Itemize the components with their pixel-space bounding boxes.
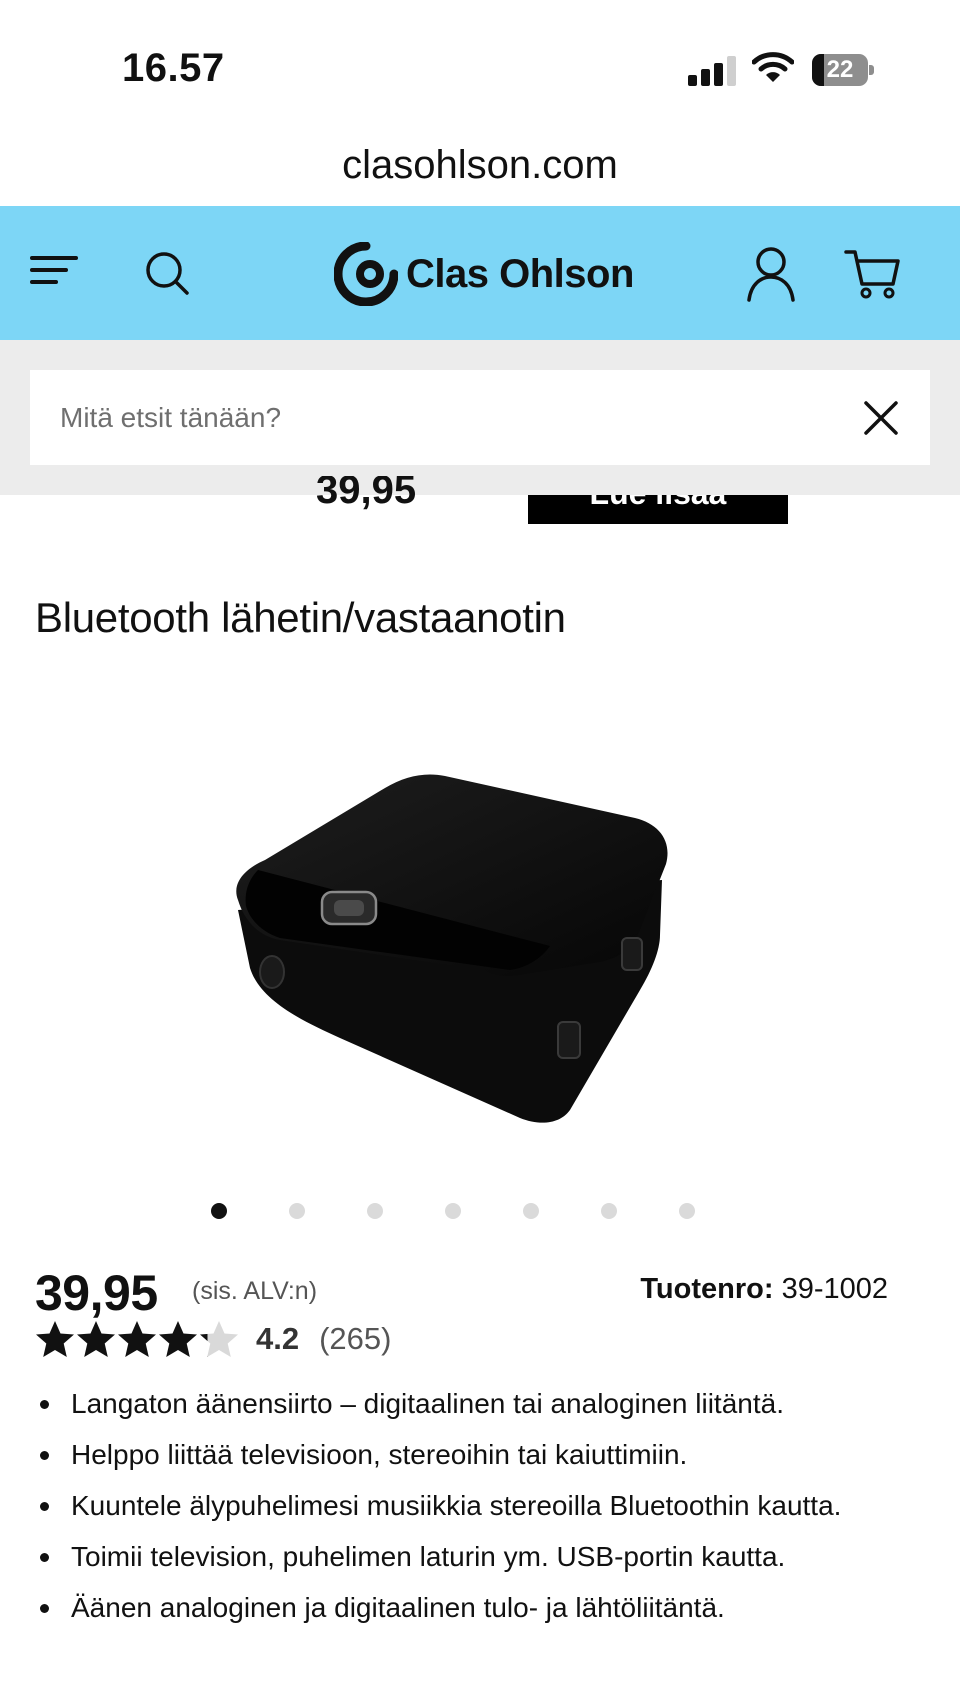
carousel-dot[interactable] <box>445 1203 461 1219</box>
rating-count[interactable]: (265) <box>319 1321 391 1357</box>
image-carousel-dots <box>0 1200 960 1224</box>
star-icon <box>77 1321 115 1357</box>
feature-item: Äänen analoginen ja digitaalinen tulo- j… <box>34 1589 914 1626</box>
wifi-icon <box>752 52 794 82</box>
carousel-dot[interactable] <box>523 1203 539 1219</box>
site-header: Clas Ohlson <box>0 206 960 340</box>
star-icon <box>36 1321 74 1357</box>
menu-icon[interactable] <box>30 250 78 290</box>
search-panel <box>0 340 960 495</box>
star-icon <box>159 1321 197 1357</box>
search-box <box>30 370 930 465</box>
product-rating[interactable]: 4.2 (265) <box>35 1318 391 1360</box>
carousel-dot[interactable] <box>289 1203 305 1219</box>
feature-item: Langaton äänensiirto – digitaalinen tai … <box>34 1385 914 1422</box>
search-input[interactable] <box>60 370 840 465</box>
read-more-button[interactable]: Lue lisää <box>528 495 788 524</box>
browser-url[interactable]: clasohlson.com <box>0 130 960 206</box>
battery-level: 22 <box>826 56 854 83</box>
feature-item: Toimii television, puhelimen laturin ym.… <box>34 1538 914 1575</box>
star-icon <box>200 1321 238 1357</box>
clas-ohlson-logo[interactable]: Clas Ohlson <box>334 242 634 306</box>
feature-item: Helppo liittää televisioon, stereoihin t… <box>34 1436 914 1473</box>
close-icon[interactable] <box>863 400 899 436</box>
clas-ohlson-logo-mark <box>334 242 398 306</box>
cart-icon[interactable] <box>844 248 900 300</box>
sku-label: Tuotenro: <box>640 1273 774 1305</box>
search-icon[interactable] <box>144 250 190 296</box>
product-price: 39,95 <box>35 1265 158 1321</box>
sku-value: 39-1002 <box>781 1273 888 1305</box>
carousel-dot[interactable] <box>601 1203 617 1219</box>
partial-price: 39,95 <box>316 476 417 512</box>
status-time: 16.57 <box>122 46 225 90</box>
rating-stars <box>35 1320 240 1358</box>
bluetooth-transmitter-receiver-image[interactable] <box>220 760 740 1130</box>
carousel-dot[interactable] <box>367 1203 383 1219</box>
star-icon <box>118 1321 156 1357</box>
battery-icon: 22 <box>812 54 874 86</box>
logo-text: Clas Ohlson <box>406 251 634 296</box>
product-title: Bluetooth lähetin/vastaanotin <box>35 594 566 641</box>
user-icon[interactable] <box>746 246 796 302</box>
product-number: Tuotenro: 39-1002 <box>640 1273 888 1306</box>
feature-list: Langaton äänensiirto – digitaalinen tai … <box>34 1385 914 1640</box>
carousel-dot[interactable] <box>679 1203 695 1219</box>
carousel-dot[interactable] <box>211 1203 227 1219</box>
vat-note: (sis. ALV:n) <box>192 1277 318 1305</box>
rating-value: 4.2 <box>256 1321 300 1356</box>
feature-item: Kuuntele älypuhelimesi musiikkia stereoi… <box>34 1487 914 1524</box>
status-bar: 16.57 22 <box>0 0 960 130</box>
cellular-signal-icon <box>688 56 736 86</box>
